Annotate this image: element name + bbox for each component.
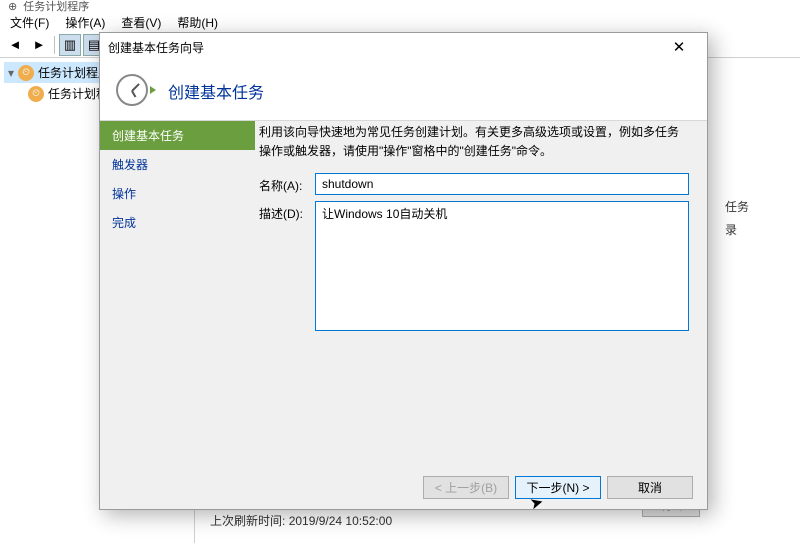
create-basic-task-wizard: 创建基本任务向导 ✕ 创建基本任务 创建基本任务 触发器 操作 完成 利用该向导… <box>99 32 708 510</box>
action-item[interactable]: 录 <box>725 219 790 242</box>
name-label: 名称(A): <box>259 173 315 194</box>
step-create-basic-task[interactable]: 创建基本任务 <box>100 121 255 150</box>
forward-icon[interactable]: ► <box>28 34 50 56</box>
pane-icon[interactable]: ▥ <box>59 34 81 56</box>
bg-titlebar: ⊕ 任务计划程序 <box>0 0 800 12</box>
close-icon: ✕ <box>673 38 686 56</box>
wizard-content: 利用该向导快速地为常见任务创建计划。有关更多高级选项或设置，例如多任务操作或触发… <box>255 121 707 465</box>
step-trigger[interactable]: 触发器 <box>100 150 255 179</box>
menu-action[interactable]: 操作(A) <box>59 12 111 33</box>
wizard-footer: < 上一步(B) 下一步(N) > 取消 <box>100 465 707 509</box>
actions-pane: 任务 录 <box>715 58 800 250</box>
back-icon[interactable]: ◄ <box>4 34 26 56</box>
menubar: 文件(F) 操作(A) 查看(V) 帮助(H) <box>0 12 800 32</box>
action-item[interactable]: 任务 <box>725 196 790 219</box>
menu-file[interactable]: 文件(F) <box>4 12 55 33</box>
wizard-header: 创建基本任务 <box>100 61 707 121</box>
back-button: < 上一步(B) <box>423 476 509 499</box>
clock-icon: ⏲ <box>18 65 34 81</box>
next-button[interactable]: 下一步(N) > <box>515 476 601 499</box>
wizard-title: 创建基本任务向导 <box>108 39 659 56</box>
wizard-steps: 创建基本任务 触发器 操作 完成 <box>100 121 255 465</box>
description-textarea[interactable] <box>315 201 689 331</box>
menu-view[interactable]: 查看(V) <box>115 12 167 33</box>
clock-icon: ⏲ <box>28 86 44 102</box>
expand-icon[interactable]: ▾ <box>8 66 14 80</box>
step-action[interactable]: 操作 <box>100 179 255 208</box>
last-refresh: 上次刷新时间: 2019/9/24 10:52:00 <box>210 512 392 529</box>
wizard-intro-text: 利用该向导快速地为常见任务创建计划。有关更多高级选项或设置，例如多任务操作或触发… <box>259 123 689 161</box>
wizard-header-title: 创建基本任务 <box>168 79 264 103</box>
wizard-header-icon <box>112 70 154 112</box>
step-finish[interactable]: 完成 <box>100 208 255 237</box>
wizard-titlebar[interactable]: 创建基本任务向导 ✕ <box>100 33 707 61</box>
menu-help[interactable]: 帮助(H) <box>171 12 224 33</box>
name-input[interactable] <box>315 173 689 195</box>
description-label: 描述(D): <box>259 201 315 222</box>
cancel-button[interactable]: 取消 <box>607 476 693 499</box>
close-button[interactable]: ✕ <box>659 34 699 60</box>
